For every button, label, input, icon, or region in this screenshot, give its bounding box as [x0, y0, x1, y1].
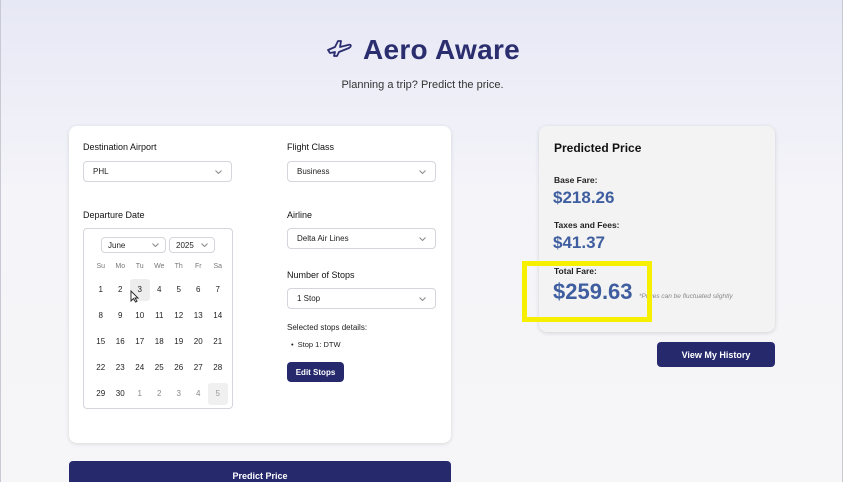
weekday-header: Fr	[194, 263, 202, 270]
airline-label: Airline	[287, 210, 313, 220]
base-fare-value: $218.26	[553, 188, 615, 207]
calendar-day[interactable]: 26	[169, 357, 189, 383]
header: Aero Aware	[1, 34, 843, 66]
weekday-header: Su	[96, 263, 106, 270]
departure-label: Departure Date	[83, 210, 145, 220]
calendar-day[interactable]: 2	[150, 383, 170, 409]
destination-select[interactable]: PHL	[83, 161, 232, 182]
calendar-day[interactable]: 17	[130, 331, 150, 357]
calendar-day[interactable]: 16	[111, 331, 131, 357]
calendar-day[interactable]: 24	[130, 357, 150, 383]
airline-select[interactable]: Delta Air Lines	[287, 228, 436, 249]
airplane-icon	[325, 38, 353, 63]
calendar-day[interactable]: 5	[169, 279, 189, 305]
month-select[interactable]: June	[101, 237, 166, 253]
chevron-down-icon	[215, 169, 222, 174]
destination-label: Destination Airport	[83, 142, 157, 152]
chevron-down-icon	[201, 243, 208, 247]
view-history-button[interactable]: View My History	[657, 342, 775, 367]
stops-label: Number of Stops	[287, 270, 355, 280]
stops-select[interactable]: 1 Stop	[287, 288, 436, 309]
year-select[interactable]: 2025	[169, 237, 215, 253]
calendar-day[interactable]: 5	[208, 383, 228, 405]
date-picker: June 2025 Su Mo Tu We Th Fr Sa 1 2 3 4 5 6 7 8 9 10 11 12 1…	[83, 228, 233, 409]
weekday-header: Th	[174, 263, 183, 270]
edit-stops-button[interactable]: Edit Stops	[287, 362, 344, 382]
taxes-value: $41.37	[553, 233, 605, 252]
calendar-day[interactable]: 6	[189, 279, 209, 305]
chevron-down-icon	[419, 169, 426, 174]
chevron-down-icon	[152, 243, 159, 247]
calendar-day[interactable]: 13	[189, 305, 209, 331]
calendar-day[interactable]: 21	[208, 331, 228, 357]
calendar-grid: Su Mo Tu We Th Fr Sa 1 2 3 4 5 6 7 8 9 10 11 12 13 14 15 16 17 1…	[91, 262, 228, 409]
weekday-header: Tu	[135, 263, 144, 270]
calendar-day[interactable]: 29	[91, 383, 111, 409]
chevron-down-icon	[419, 296, 426, 301]
stops-details-title: Selected stops details:	[287, 323, 368, 332]
weekday-header: Sa	[213, 263, 223, 270]
calendar-day[interactable]: 3	[169, 383, 189, 409]
flight-class-value: Business	[297, 167, 330, 176]
app-frame: Aero Aware Planning a trip? Predict the …	[0, 0, 843, 482]
calendar-day[interactable]: 9	[111, 305, 131, 331]
month-value: June	[108, 240, 126, 250]
calendar-day[interactable]: 10	[130, 305, 150, 331]
calendar-day[interactable]: 12	[169, 305, 189, 331]
calendar-day[interactable]: 4	[150, 279, 170, 305]
calendar-day[interactable]: 25	[150, 357, 170, 383]
calendar-day[interactable]: 22	[91, 357, 111, 383]
base-fare-label: Base Fare:	[554, 175, 598, 185]
stop-item: Stop 1: DTW	[291, 340, 341, 349]
calendar-day[interactable]: 7	[208, 279, 228, 305]
chevron-down-icon	[419, 236, 426, 241]
calendar-day[interactable]: 15	[91, 331, 111, 357]
calendar-day[interactable]: 1	[91, 279, 111, 305]
predict-price-button[interactable]: Predict Price	[69, 461, 451, 482]
calendar-day[interactable]: 2	[111, 279, 131, 305]
destination-value: PHL	[93, 167, 109, 176]
app-title: Aero Aware	[362, 34, 521, 65]
calendar-day[interactable]: 14	[208, 305, 228, 331]
highlight-box	[522, 261, 652, 322]
flight-form-card: Destination Airport PHL Flight Class Bus…	[69, 126, 451, 443]
taxes-label: Taxes and Fees:	[554, 220, 620, 230]
weekday-header: We	[154, 263, 165, 270]
calendar-day[interactable]: 18	[150, 331, 170, 357]
calendar-day[interactable]: 20	[189, 331, 209, 357]
airline-value: Delta Air Lines	[297, 234, 349, 243]
calendar-day[interactable]: 11	[150, 305, 170, 331]
calendar-day[interactable]: 19	[169, 331, 189, 357]
stops-details-list: Stop 1: DTW	[291, 340, 341, 349]
stops-value: 1 Stop	[297, 294, 321, 303]
flight-class-select[interactable]: Business	[287, 161, 436, 182]
calendar-day[interactable]: 27	[189, 357, 209, 383]
calendar-day[interactable]: 28	[208, 357, 228, 383]
weekday-header: Mo	[115, 263, 126, 270]
calendar-day[interactable]: 4	[189, 383, 209, 409]
calendar-day[interactable]: 1	[130, 383, 150, 409]
flight-class-label: Flight Class	[287, 142, 335, 152]
price-disclaimer: *Prices can be fluctuated slightly	[639, 293, 733, 300]
year-value: 2025	[176, 240, 194, 250]
mouse-cursor-icon	[130, 290, 139, 303]
calendar-day[interactable]: 30	[111, 383, 131, 409]
calendar-day[interactable]: 23	[111, 357, 131, 383]
calendar-day[interactable]: 8	[91, 305, 111, 331]
predicted-price-title: Predicted Price	[554, 141, 642, 155]
app-subtitle: Planning a trip? Predict the price.	[341, 79, 504, 91]
